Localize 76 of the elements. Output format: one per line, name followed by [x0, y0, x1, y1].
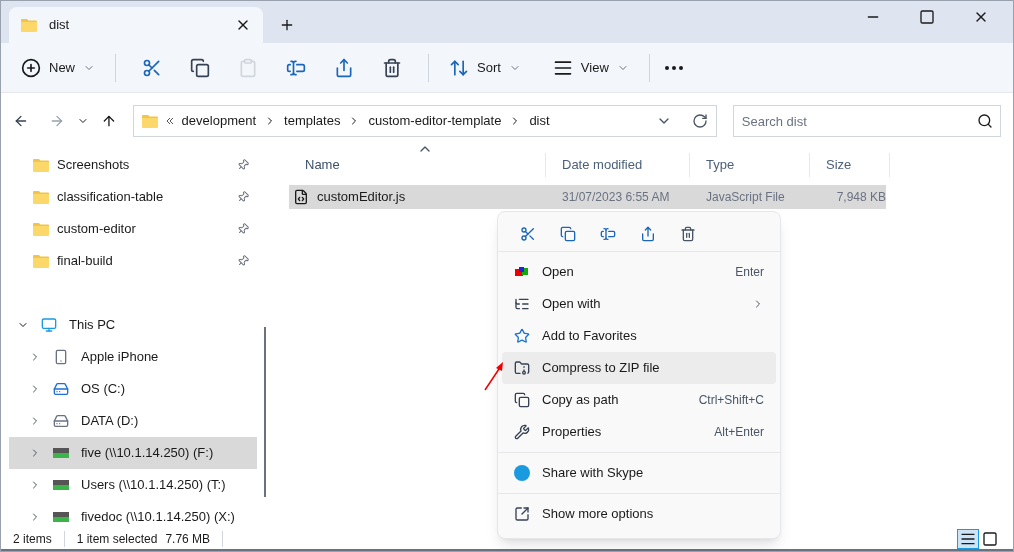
folder-icon: [33, 157, 49, 173]
address-bar[interactable]: development templates custom-editor-template dist: [132, 105, 717, 137]
this-pc-item[interactable]: This PC: [9, 309, 257, 341]
new-button[interactable]: New: [13, 51, 103, 84]
breadcrumb-item[interactable]: dist: [529, 111, 550, 131]
maximize-icon[interactable]: [919, 9, 935, 25]
breadcrumb-item[interactable]: custom-editor-template: [368, 111, 502, 131]
folder-icon: [141, 113, 158, 129]
drive-icon: [53, 413, 69, 429]
file-row[interactable]: customEditor.js 31/07/2023 6:55 AM JavaScript File 7,948 KB: [289, 185, 886, 209]
computer-icon: [41, 317, 57, 333]
column-header[interactable]: Type: [706, 155, 735, 175]
phone-icon: [53, 349, 69, 365]
shortcut-text: Enter: [735, 264, 764, 281]
menu-item[interactable]: Add to Favorites: [502, 320, 776, 352]
details-view-button[interactable]: [957, 529, 979, 549]
overflow-chevrons-icon: [165, 117, 174, 125]
breadcrumb-item[interactable]: development: [181, 111, 257, 131]
menu-item[interactable]: Show more options: [502, 498, 776, 530]
drive-item[interactable]: fivedoc (\\10.1.14.250) (X:): [9, 501, 257, 533]
network-drive-icon: [53, 511, 69, 523]
quick-access-item[interactable]: Screenshots: [9, 149, 257, 181]
folder-icon: [33, 253, 49, 269]
windows-drive-icon: [53, 381, 69, 397]
tab-title: dist: [49, 16, 71, 35]
network-drive-icon: [53, 479, 69, 491]
pointer-arrow: [484, 361, 504, 391]
search-field[interactable]: Search dist: [732, 105, 1001, 137]
breadcrumb-item[interactable]: templates: [284, 111, 341, 131]
sort-button[interactable]: Sort: [441, 51, 529, 84]
column-header[interactable]: Date modified: [562, 155, 643, 175]
drive-item[interactable]: five (\\10.1.14.250) (F:): [9, 437, 257, 469]
scrollbar-thumb[interactable]: [264, 327, 266, 497]
plus-icon: [21, 57, 41, 78]
menu-item[interactable]: Share with Skype: [502, 457, 776, 489]
drive-item[interactable]: Users (\\10.1.14.250) (T:): [9, 469, 257, 501]
folder-icon: [21, 17, 37, 33]
copy-path-icon: [514, 392, 530, 408]
drive-item[interactable]: DATA (D:): [9, 405, 257, 437]
menu-item[interactable]: Compress to ZIP file: [502, 352, 776, 384]
zip-folder-icon: [514, 360, 530, 376]
drive-item[interactable]: OS (C:): [9, 373, 257, 405]
refresh-icon[interactable]: [691, 113, 708, 129]
size-cell-text: 7,948 KB: [835, 189, 886, 206]
shortcut-text: Alt+Enter: [714, 424, 764, 441]
menu-item[interactable]: Properties Alt+Enter: [502, 416, 776, 448]
shortcut-text: Ctrl+Shift+C: [698, 392, 764, 409]
skype-icon: [514, 465, 530, 481]
item-count: 2 items: [13, 531, 52, 548]
network-drive-icon: [53, 447, 69, 459]
selection-size: 7.76 MB: [165, 531, 211, 548]
folder-icon: [33, 189, 49, 205]
drive-item[interactable]: Apple iPhone: [9, 341, 257, 373]
column-header[interactable]: Size: [826, 155, 852, 175]
script-file-icon: [293, 189, 309, 205]
selection-count: 1 item selected: [76, 531, 158, 548]
star-icon: [514, 328, 530, 344]
file-name: customEditor.js: [317, 188, 406, 207]
date-cell-text: 31/07/2023 6:55 AM: [561, 189, 671, 206]
menu-item[interactable]: Open Enter: [502, 256, 776, 288]
new-tab-icon[interactable]: [279, 17, 295, 33]
window-tab[interactable]: dist: [9, 7, 263, 43]
type-cell-text: JavaScript File: [705, 189, 786, 206]
open-with-icon: [514, 296, 530, 312]
quick-access-item[interactable]: custom-editor: [9, 213, 257, 245]
column-header[interactable]: Name: [305, 155, 340, 175]
search-icon: [977, 113, 993, 129]
quick-access-item[interactable]: classification-table: [9, 181, 257, 213]
wrench-icon: [514, 424, 530, 440]
show-more-icon: [514, 506, 530, 522]
back-icon[interactable]: [13, 113, 29, 129]
view-button[interactable]: View: [544, 51, 637, 84]
folder-icon: [33, 221, 49, 237]
quick-access-item[interactable]: final-build: [9, 245, 257, 277]
menu-item[interactable]: Copy as path Ctrl+Shift+C: [502, 384, 776, 416]
menu-item[interactable]: Open with: [502, 288, 776, 320]
